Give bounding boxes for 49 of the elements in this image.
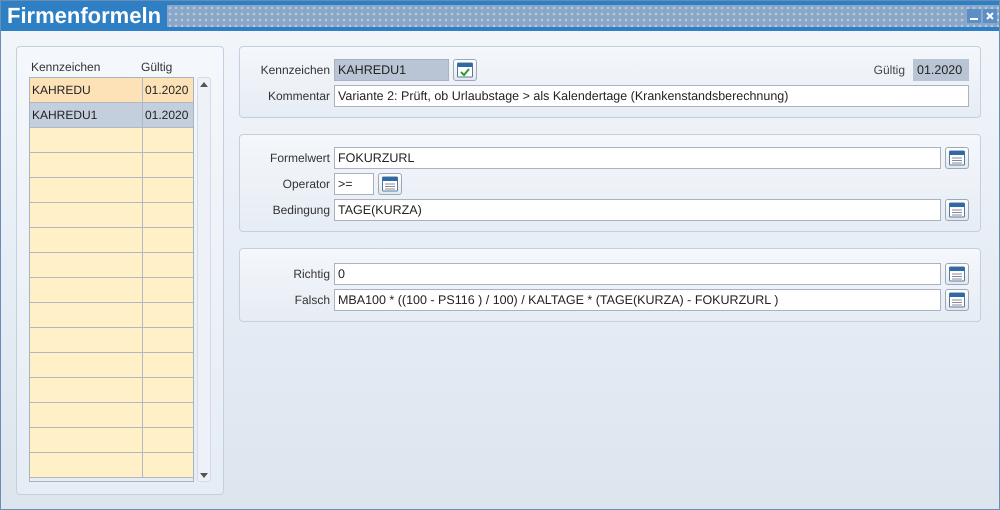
- empty-row[interactable]: [30, 128, 194, 153]
- column-header: Gültig: [141, 60, 172, 74]
- column-header: Kennzeichen: [30, 60, 102, 74]
- scroll-up-icon[interactable]: [200, 82, 208, 86]
- table-cell-text: 01.2020: [144, 82, 190, 99]
- close-icon[interactable]: [983, 9, 997, 23]
- window-title: Firmenformeln: [7, 3, 162, 29]
- empty-row[interactable]: [30, 453, 194, 478]
- field-label: Falsch: [294, 293, 330, 307]
- input-field[interactable]: MBA100 * ((100 - PS116 ) / 100) / KALTAGE * (TAGE(KURZA) - FOKURZURL ): [334, 289, 941, 311]
- input-field[interactable]: TAGE(KURZA): [334, 199, 941, 221]
- table-row[interactable]: KAHREDU 01.2020: [30, 78, 194, 103]
- table-cell-text: 01.2020: [144, 107, 190, 124]
- field-label: Formelwert: [268, 151, 330, 165]
- scroll-down-icon[interactable]: [200, 472, 208, 478]
- field-label: Kommentar: [266, 89, 330, 103]
- field-label: Operator: [282, 177, 330, 191]
- input-field[interactable]: Variante 2: Prüft, ob Urlaubstage > als Kalendertage (Krankenstandsberechnung): [334, 85, 969, 107]
- list-icon[interactable]: [945, 199, 969, 221]
- empty-row[interactable]: [30, 303, 194, 328]
- empty-row[interactable]: [30, 378, 194, 403]
- table-cell: KAHREDU: [30, 78, 143, 102]
- empty-row[interactable]: [30, 403, 194, 428]
- input-field[interactable]: KAHREDU1: [334, 59, 449, 81]
- field-label: Bedingung: [272, 203, 330, 217]
- field-label: Kennzeichen: [260, 63, 330, 77]
- table-cell: KAHREDU1: [30, 103, 143, 127]
- empty-row[interactable]: [30, 353, 194, 378]
- input-field[interactable]: 0: [334, 263, 941, 285]
- list-icon[interactable]: [945, 289, 969, 311]
- empty-row[interactable]: [30, 178, 194, 203]
- input-field[interactable]: 01.2020: [913, 59, 969, 81]
- empty-row[interactable]: [30, 278, 194, 303]
- empty-row[interactable]: [30, 228, 194, 253]
- empty-row[interactable]: [30, 203, 194, 228]
- list-icon[interactable]: [945, 147, 969, 169]
- calendar-check-icon[interactable]: [453, 59, 477, 81]
- empty-row[interactable]: [30, 153, 194, 178]
- input-field[interactable]: FOKURZURL: [334, 147, 941, 169]
- minimize-icon[interactable]: [967, 9, 981, 23]
- empty-row[interactable]: [30, 328, 194, 353]
- list-icon[interactable]: [378, 173, 402, 195]
- field-label: Richtig: [292, 267, 330, 281]
- empty-row[interactable]: [30, 253, 194, 278]
- input-field[interactable]: >=: [334, 173, 374, 195]
- list-icon[interactable]: [945, 263, 969, 285]
- field-label: Gültig: [874, 63, 905, 77]
- table-row[interactable]: KAHREDU1 01.2020: [30, 103, 194, 128]
- empty-row[interactable]: [30, 428, 194, 453]
